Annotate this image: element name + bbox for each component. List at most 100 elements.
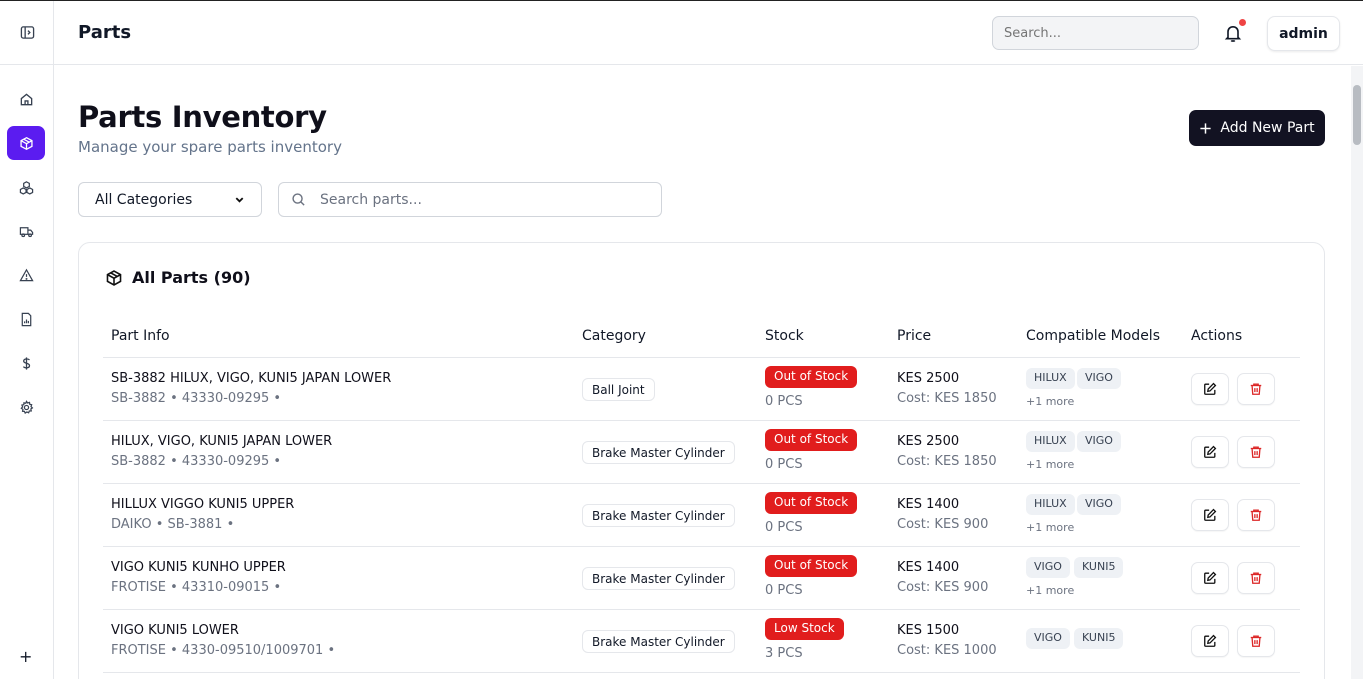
part-cost: Cost: KES 1850 xyxy=(897,454,997,469)
sidebar-add-button[interactable]: + xyxy=(19,647,32,666)
sidebar-item-reports[interactable] xyxy=(7,302,45,336)
package-icon xyxy=(106,269,122,286)
sidebar: + xyxy=(0,1,54,679)
dollar-icon xyxy=(22,356,30,370)
part-cost: Cost: KES 900 xyxy=(897,580,989,595)
user-menu-button[interactable]: admin xyxy=(1267,16,1340,51)
part-meta: FROTISE • 4330-09510/1009701 • xyxy=(111,643,336,658)
trash-icon xyxy=(1250,509,1262,521)
package-icon xyxy=(19,136,33,150)
trash-icon xyxy=(1250,446,1262,458)
part-price: KES 1400 xyxy=(897,497,960,512)
more-models-link[interactable]: +1 more xyxy=(1026,521,1074,534)
delete-button[interactable] xyxy=(1237,499,1275,531)
delete-button[interactable] xyxy=(1237,436,1275,468)
edit-button[interactable] xyxy=(1191,562,1229,594)
part-meta: SB-3882 • 43330-09295 • xyxy=(111,454,282,469)
model-tag: VIGO xyxy=(1077,431,1121,452)
scrollbar[interactable] xyxy=(1351,66,1363,679)
bell-icon[interactable] xyxy=(1223,23,1243,43)
sidebar-item-home[interactable] xyxy=(7,82,45,116)
trash-icon xyxy=(1250,635,1262,647)
stock-quantity: 0 PCS xyxy=(765,583,803,598)
table-row[interactable]: VIGO KUNI5 KUNHO UPPER FROTISE • 43310-0… xyxy=(103,547,1300,610)
sidebar-toggle-button[interactable] xyxy=(0,1,54,65)
more-models-link[interactable]: +1 more xyxy=(1026,584,1074,597)
delete-button[interactable] xyxy=(1237,625,1275,657)
more-models-link[interactable]: +1 more xyxy=(1026,395,1074,408)
part-price: KES 2500 xyxy=(897,371,960,386)
delete-button[interactable] xyxy=(1237,562,1275,594)
edit-button[interactable] xyxy=(1191,499,1229,531)
trash-icon xyxy=(1250,383,1262,395)
category-select-value: All Categories xyxy=(95,191,193,208)
parts-table-card: All Parts (90) Part Info Category Stock … xyxy=(78,242,1325,679)
more-models-link[interactable]: +1 more xyxy=(1026,458,1074,471)
part-meta: DAIKO • SB-3881 • xyxy=(111,517,235,532)
sidebar-toggle-icon xyxy=(20,26,34,39)
part-name: SB-3882 HILUX, VIGO, KUNI5 JAPAN LOWER xyxy=(111,371,392,386)
part-price: KES 1500 xyxy=(897,623,960,638)
home-icon xyxy=(20,92,32,105)
model-tag: HILUX xyxy=(1026,368,1075,389)
parts-search-placeholder: Search parts... xyxy=(320,191,422,208)
stock-status-badge: Out of Stock xyxy=(765,429,858,451)
column-header-part-info[interactable]: Part Info xyxy=(111,328,170,344)
table-row[interactable]: HILLUX VIGGO KUNI5 UPPER DAIKO • SB-3881… xyxy=(103,484,1300,547)
edit-icon xyxy=(1204,634,1217,647)
edit-button[interactable] xyxy=(1191,625,1229,657)
edit-button[interactable] xyxy=(1191,436,1229,468)
column-header-stock[interactable]: Stock xyxy=(765,328,804,344)
delete-button[interactable] xyxy=(1237,373,1275,405)
part-price: KES 2500 xyxy=(897,434,960,449)
parts-search-input[interactable]: Search parts... xyxy=(278,182,662,217)
plus-icon xyxy=(1200,122,1212,134)
part-name: HILUX, VIGO, KUNI5 JAPAN LOWER xyxy=(111,434,333,449)
model-tag: VIGO xyxy=(1077,368,1121,389)
edit-button[interactable] xyxy=(1191,373,1229,405)
settings-icon xyxy=(19,399,33,414)
global-search-input[interactable] xyxy=(992,16,1199,50)
sidebar-item-suppliers[interactable] xyxy=(7,214,45,248)
part-name: VIGO KUNI5 LOWER xyxy=(111,623,239,638)
boxes-icon xyxy=(19,180,33,195)
sidebar-item-alerts[interactable] xyxy=(7,258,45,292)
table-row[interactable]: HILUX, VIGO, KUNI5 JAPAN LOWER SB-3882 •… xyxy=(103,421,1300,484)
search-icon xyxy=(292,193,305,206)
scrollbar-thumb[interactable] xyxy=(1353,85,1361,145)
column-header-compatible-models[interactable]: Compatible Models xyxy=(1026,328,1160,344)
stock-status-badge: Low Stock xyxy=(765,618,844,640)
category-select[interactable]: All Categories xyxy=(78,182,262,217)
add-new-part-label: Add New Part xyxy=(1220,120,1315,136)
category-badge: Brake Master Cylinder xyxy=(582,630,735,653)
part-meta: FROTISE • 43310-09015 • xyxy=(111,580,282,595)
sidebar-item-parts[interactable] xyxy=(7,126,45,160)
stock-status-badge: Out of Stock xyxy=(765,366,858,388)
app-frame: + Parts admin Parts Inventory Manage you… xyxy=(0,0,1363,679)
stock-quantity: 0 PCS xyxy=(765,520,803,535)
report-icon xyxy=(21,312,31,326)
model-tag: VIGO xyxy=(1026,628,1070,649)
edit-icon xyxy=(1204,445,1217,458)
sidebar-item-finance[interactable] xyxy=(7,346,45,380)
edit-icon xyxy=(1204,571,1217,584)
card-title-text: All Parts (90) xyxy=(132,268,251,287)
stock-quantity: 3 PCS xyxy=(765,646,803,661)
category-badge: Brake Master Cylinder xyxy=(582,567,735,590)
model-tag: HILUX xyxy=(1026,431,1075,452)
alert-triangle-icon xyxy=(18,268,34,281)
sidebar-item-settings[interactable] xyxy=(7,390,45,424)
model-tag: KUNI5 xyxy=(1074,557,1124,578)
sidebar-item-inventory[interactable] xyxy=(7,170,45,204)
column-header-category[interactable]: Category xyxy=(582,328,646,344)
stock-quantity: 0 PCS xyxy=(765,457,803,472)
page-title: Parts Inventory xyxy=(78,100,327,134)
table-row[interactable]: VIGO KUNI5 LOWER FROTISE • 4330-09510/10… xyxy=(103,610,1300,673)
header-title: Parts xyxy=(78,22,132,43)
add-new-part-button[interactable]: Add New Part xyxy=(1189,110,1325,146)
card-title: All Parts (90) xyxy=(105,268,251,287)
column-header-price[interactable]: Price xyxy=(897,328,931,344)
category-badge: Ball Joint xyxy=(582,378,655,401)
table-row[interactable]: SB-3882 HILUX, VIGO, KUNI5 JAPAN LOWER S… xyxy=(103,358,1300,421)
part-meta: SB-3882 • 43330-09295 • xyxy=(111,391,282,406)
